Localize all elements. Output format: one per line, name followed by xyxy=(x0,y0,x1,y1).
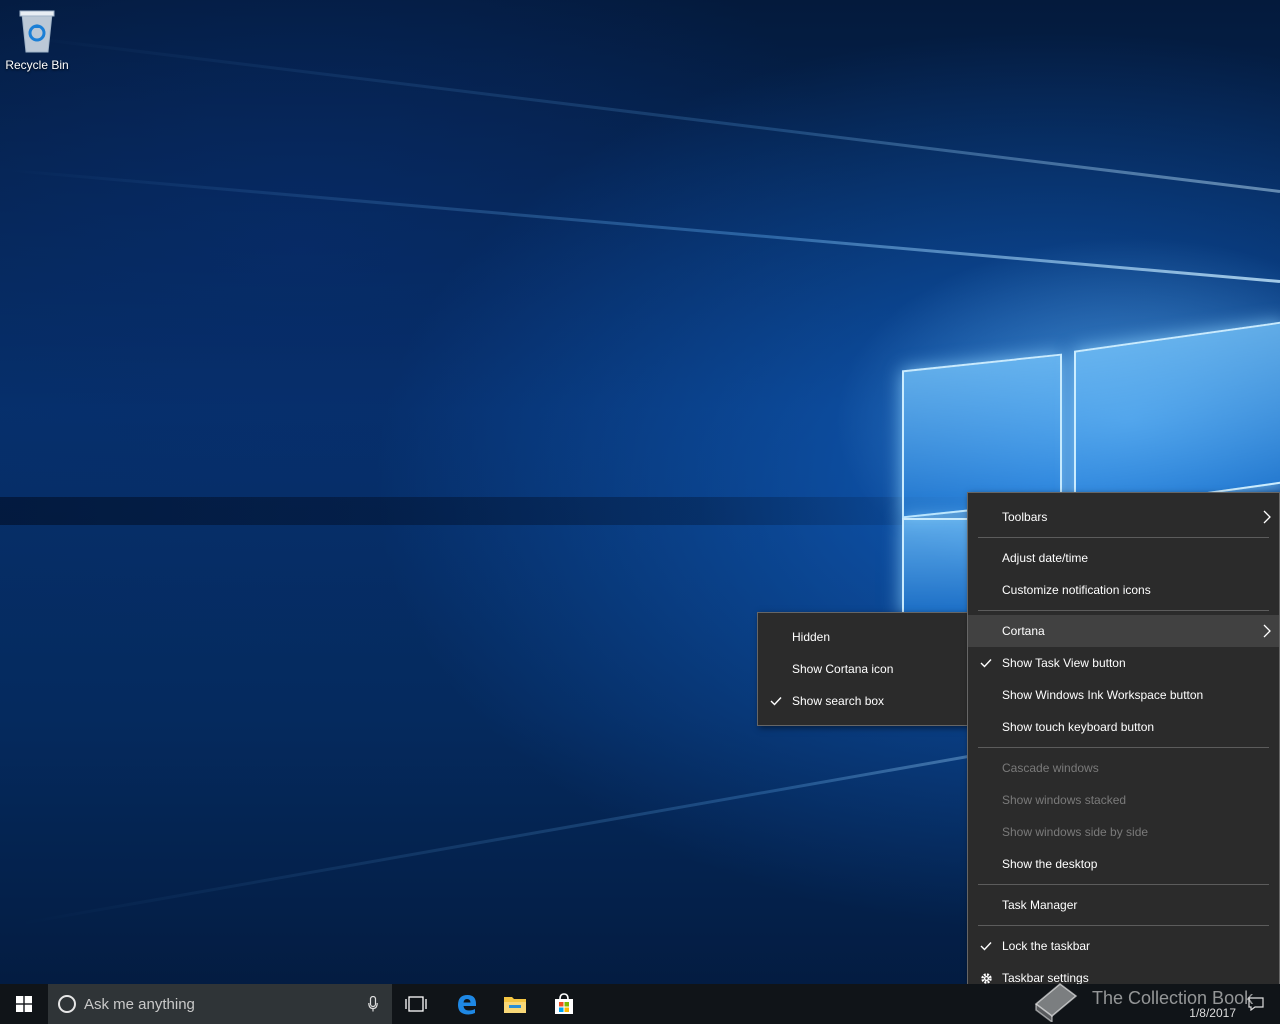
recycle-bin[interactable]: Recycle Bin xyxy=(4,6,70,72)
chevron-right-icon xyxy=(1263,615,1271,647)
menu-item-label: Show the desktop xyxy=(1002,857,1098,871)
wallpaper-pane xyxy=(902,518,976,616)
checkmark-icon xyxy=(979,647,993,679)
file-explorer-button[interactable] xyxy=(491,984,539,1024)
menu-item-label: Lock the taskbar xyxy=(1002,939,1091,953)
edge-icon xyxy=(458,995,476,1015)
search-placeholder: Ask me anything xyxy=(84,995,195,1013)
taskbar-context-menu: Toolbars Adjust date/time Customize noti… xyxy=(967,492,1280,992)
task-view-icon xyxy=(405,996,427,1012)
store-icon xyxy=(555,993,573,1014)
windows-logo-icon xyxy=(16,996,32,1012)
start-button[interactable] xyxy=(0,984,48,1024)
menu-item-show-cortana-icon[interactable]: Show Cortana icon xyxy=(758,653,969,685)
menu-item-customize-notification-icons[interactable]: Customize notification icons xyxy=(968,574,1279,606)
store-button[interactable] xyxy=(540,984,588,1024)
wallpaper-beam xyxy=(4,168,1280,283)
menu-item-label: Show touch keyboard button xyxy=(1002,720,1155,734)
menu-item-label: Cortana xyxy=(1002,624,1045,638)
menu-separator xyxy=(978,925,1269,926)
recycle-bin-label: Recycle Bin xyxy=(5,58,69,72)
menu-item-label: Hidden xyxy=(792,630,831,644)
chevron-right-icon xyxy=(1263,501,1271,533)
menu-item-label: Show Windows Ink Workspace button xyxy=(1002,688,1204,702)
recycle-bin-icon xyxy=(19,10,55,53)
search-box[interactable]: Ask me anything xyxy=(48,984,392,1024)
task-view-button[interactable] xyxy=(392,984,440,1024)
checkmark-icon xyxy=(979,930,993,962)
menu-item-lock-the-taskbar[interactable]: Lock the taskbar xyxy=(968,930,1279,962)
menu-item-cortana[interactable]: Cortana xyxy=(968,615,1279,647)
menu-item-show-search-box[interactable]: Show search box xyxy=(758,685,969,717)
menu-item-label: Customize notification icons xyxy=(1002,583,1151,597)
wallpaper-beam xyxy=(9,34,1280,193)
menu-item-show-touch-keyboard-button[interactable]: Show touch keyboard button xyxy=(968,711,1279,743)
menu-item-hidden[interactable]: Hidden xyxy=(758,621,969,653)
menu-separator xyxy=(978,610,1269,611)
menu-item-show-task-view-button[interactable]: Show Task View button xyxy=(968,647,1279,679)
menu-item-label: Cascade windows xyxy=(1002,761,1099,775)
menu-separator xyxy=(978,537,1269,538)
menu-item-label: Show Task View button xyxy=(1002,656,1126,670)
menu-item-label: Show Cortana icon xyxy=(792,662,894,676)
menu-item-show-windows-ink-workspace-button[interactable]: Show Windows Ink Workspace button xyxy=(968,679,1279,711)
menu-item-label: Task Manager xyxy=(1002,898,1078,912)
wallpaper-pane xyxy=(1074,321,1280,513)
file-explorer-icon xyxy=(504,997,526,1013)
edge-button[interactable] xyxy=(443,984,491,1024)
menu-item-label: Show windows side by side xyxy=(1002,825,1149,839)
menu-item-show-windows-stacked: Show windows stacked xyxy=(968,784,1279,816)
menu-item-label: Adjust date/time xyxy=(1002,551,1089,565)
menu-item-show-the-desktop[interactable]: Show the desktop xyxy=(968,848,1279,880)
menu-item-show-windows-side-by-side: Show windows side by side xyxy=(968,816,1279,848)
menu-separator xyxy=(978,884,1269,885)
menu-item-label: Toolbars xyxy=(1002,510,1048,524)
menu-item-toolbars[interactable]: Toolbars xyxy=(968,501,1279,533)
book-icon xyxy=(1034,983,1078,1022)
menu-item-cascade-windows: Cascade windows xyxy=(968,752,1279,784)
menu-item-task-manager[interactable]: Task Manager xyxy=(968,889,1279,921)
watermark-text: The Collection Book xyxy=(1092,987,1254,1008)
menu-item-adjust-date-time[interactable]: Adjust date/time xyxy=(968,542,1279,574)
cortana-submenu: Hidden Show Cortana icon Show search box xyxy=(757,612,970,726)
menu-item-label: Show search box xyxy=(792,694,885,708)
wallpaper-dark-band xyxy=(0,497,1000,525)
menu-separator xyxy=(978,747,1269,748)
cortana-icon xyxy=(58,995,76,1013)
microphone-icon[interactable] xyxy=(368,996,378,1012)
watermark: The Collection Book xyxy=(1030,972,1253,1024)
menu-item-label: Show windows stacked xyxy=(1002,793,1127,807)
checkmark-icon xyxy=(769,685,783,717)
